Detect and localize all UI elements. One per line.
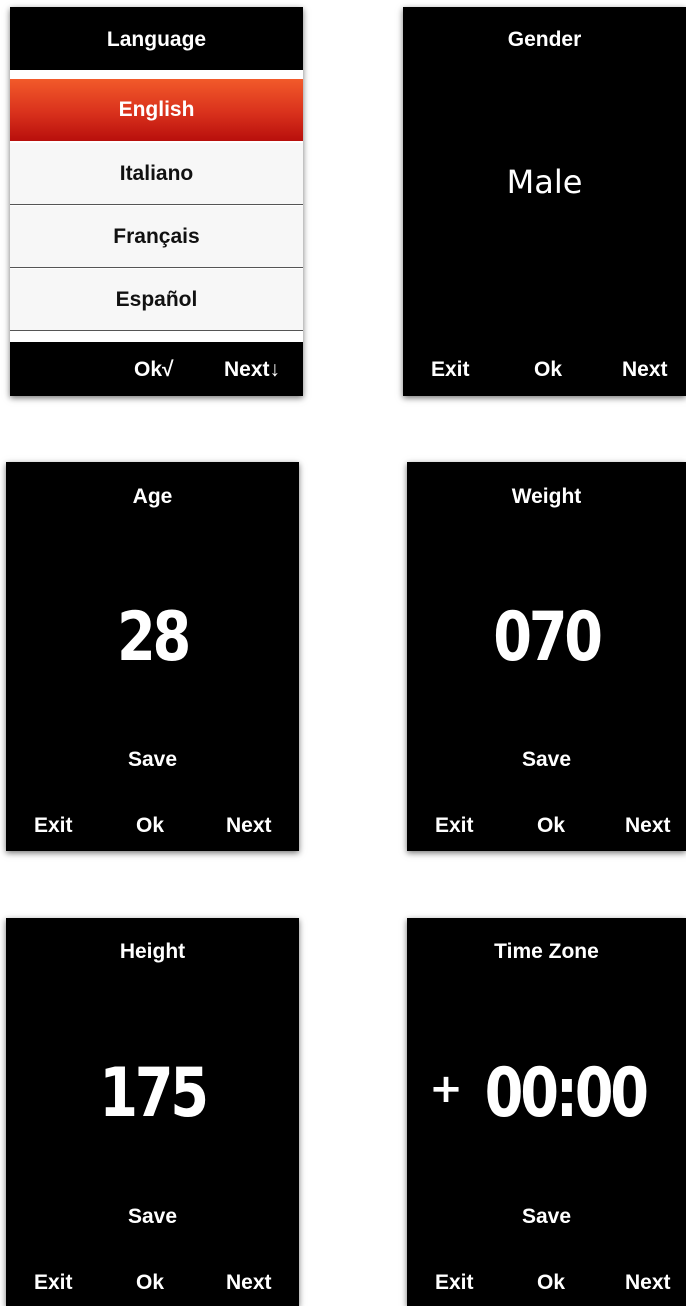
timezone-sign: + [429,1066,463,1112]
exit-button[interactable]: Exit [34,814,73,838]
next-button[interactable]: Next [622,358,668,382]
weight-value: 070 [493,598,603,677]
gender-screen: Gender Male Exit Ok Next [403,7,686,396]
exit-button[interactable]: Exit [34,1271,73,1295]
ok-button[interactable]: Ok [534,358,562,382]
height-value: 175 [99,1054,209,1133]
save-button[interactable]: Save [407,1205,686,1229]
timezone-screen: Time Zone + 00:00 Save Exit Ok Next [407,918,686,1306]
exit-button[interactable]: Exit [435,1271,474,1295]
exit-button[interactable]: Exit [431,358,470,382]
screen-title: Weight [511,485,582,508]
language-list: English Italiano Français Español [10,70,303,342]
screen-title: Gender [507,28,582,51]
age-screen: Age 28 Save Exit Ok Next [6,462,299,851]
age-value: 28 [116,598,191,677]
language-screen: Language English Italiano Français Españ… [10,7,303,396]
screen-title: Height [119,940,186,963]
next-button[interactable]: Next [625,1271,671,1295]
ok-button[interactable]: Ok [537,1271,565,1295]
ok-button[interactable]: Ok [537,814,565,838]
language-item-italiano[interactable]: Italiano [10,143,303,205]
next-button[interactable]: Next [226,814,272,838]
timezone-value-row: + 00:00 [407,1054,686,1133]
screen-title: Language [106,28,207,51]
ok-button[interactable]: Ok [136,1271,164,1295]
next-button[interactable]: Next [226,1271,272,1295]
screen-title: Time Zone [494,940,599,963]
next-button[interactable]: Next↓ [224,358,280,382]
next-button[interactable]: Next [625,814,671,838]
language-item-espanol[interactable]: Español [10,269,303,331]
save-button[interactable]: Save [407,748,686,772]
height-screen: Height 175 Save Exit Ok Next [6,918,299,1306]
timezone-value: 00:00 [484,1054,649,1133]
language-item-francais[interactable]: Français [10,206,303,268]
ok-button[interactable]: Ok√ [134,358,174,382]
exit-button[interactable]: Exit [435,814,474,838]
language-item-english[interactable]: English [10,79,303,141]
gender-value: Male [506,163,583,201]
save-button[interactable]: Save [6,748,299,772]
ok-button[interactable]: Ok [136,814,164,838]
weight-screen: Weight 070 Save Exit Ok Next [407,462,686,851]
save-button[interactable]: Save [6,1205,299,1229]
screen-title: Age [132,485,173,508]
